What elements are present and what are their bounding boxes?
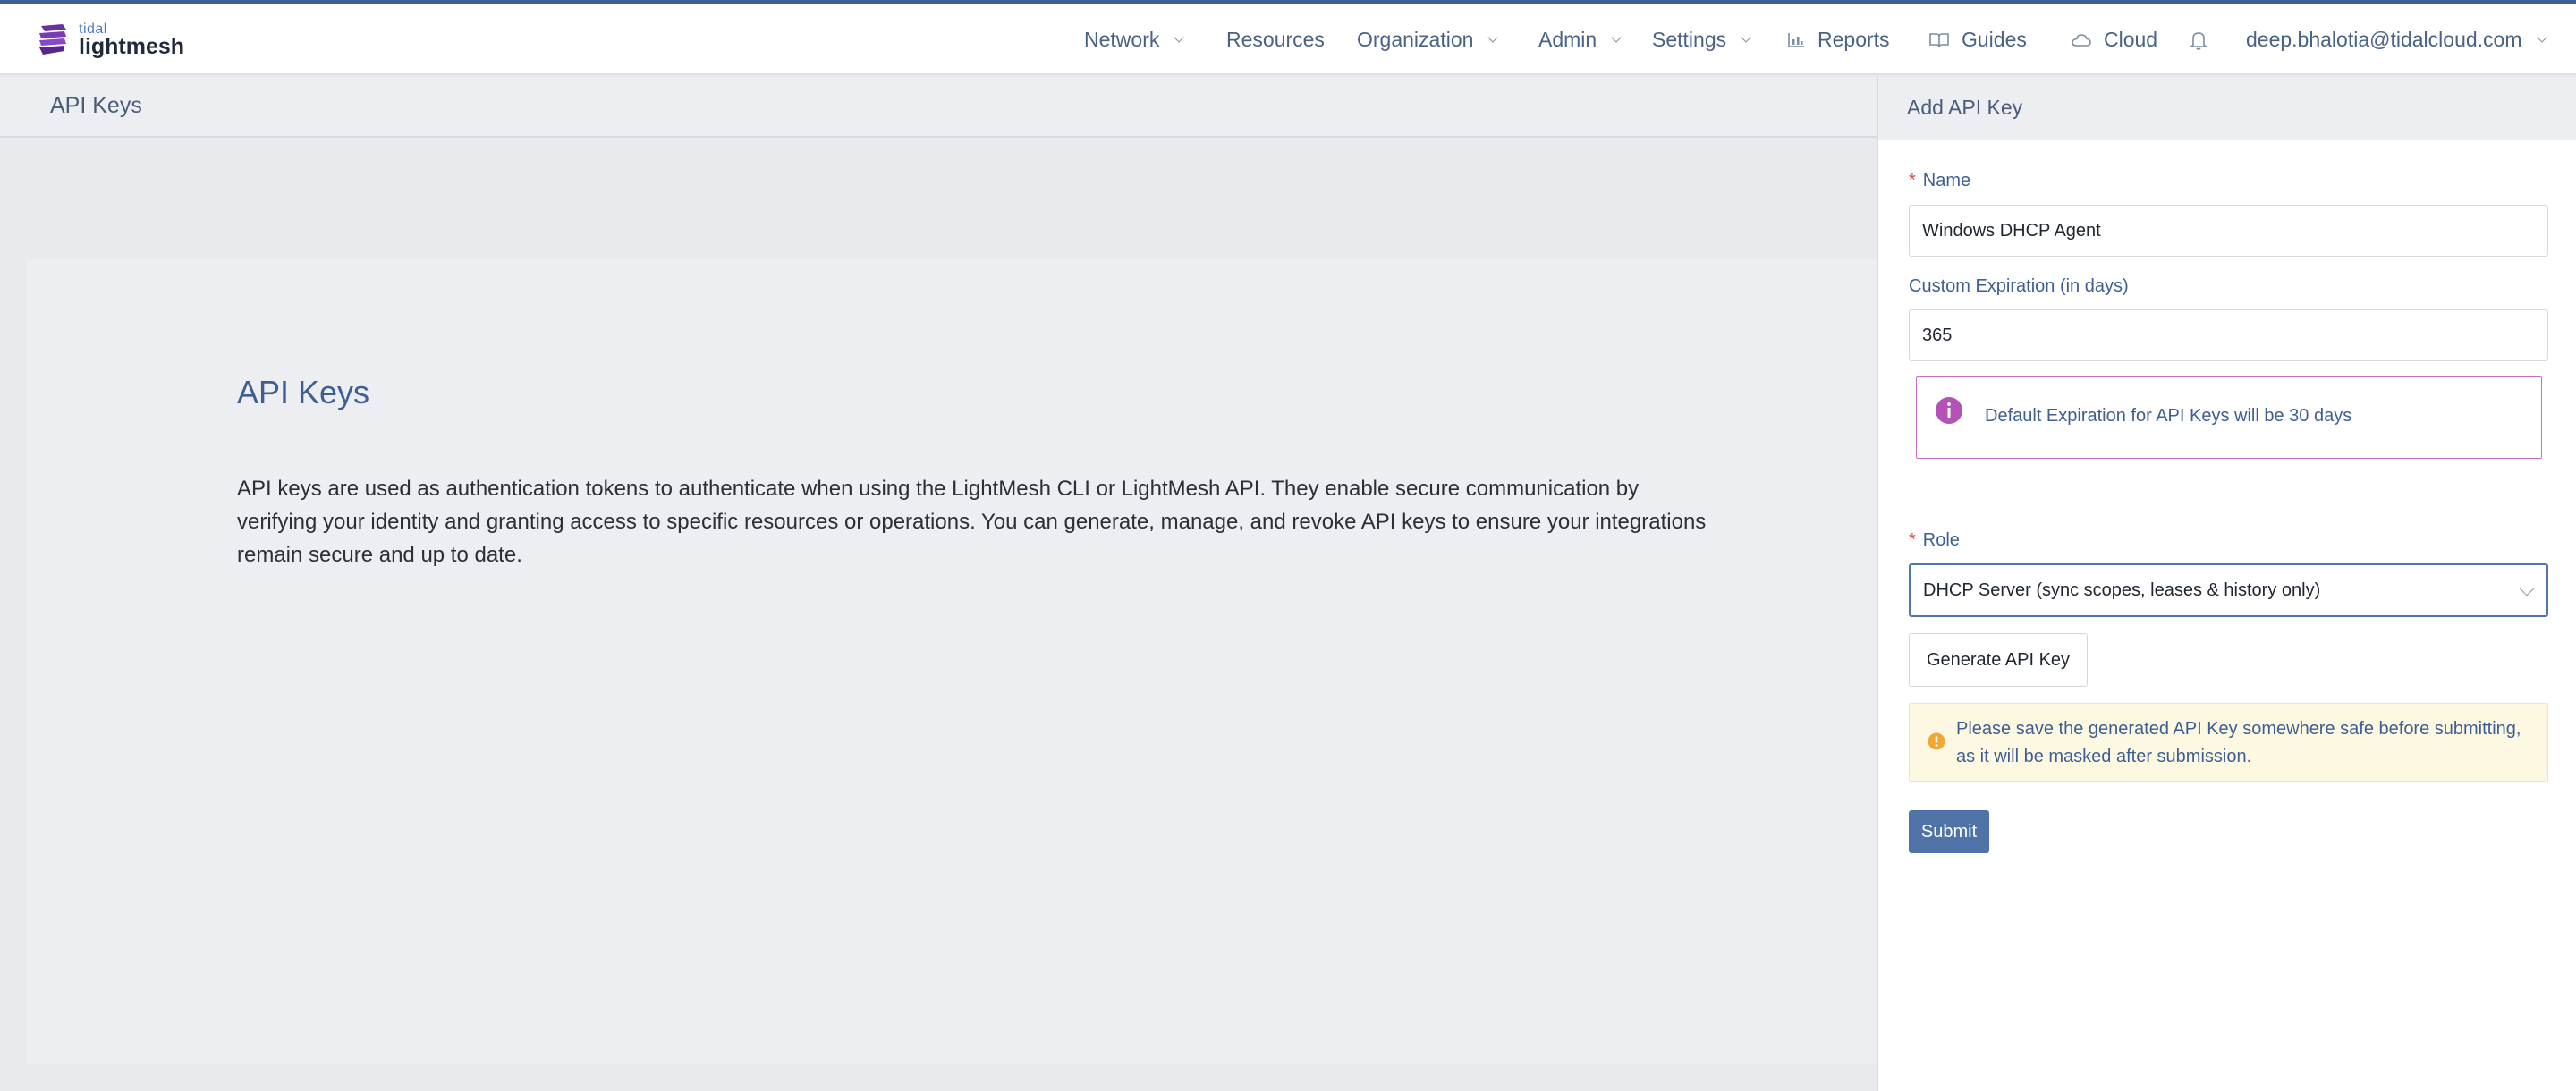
name-label-text: Name bbox=[1922, 171, 1971, 190]
role-label-text: Role bbox=[1922, 530, 1960, 550]
page-header: API Keys bbox=[0, 77, 1877, 138]
nav-organization-label: Organization bbox=[1357, 28, 1474, 51]
page-title: API Keys bbox=[50, 93, 142, 118]
api-keys-info-card: API Keys API keys are used as authentica… bbox=[27, 259, 1877, 1064]
nav-settings[interactable]: Settings bbox=[1652, 4, 1751, 75]
name-input[interactable] bbox=[1909, 205, 2548, 257]
nav-admin[interactable]: Admin bbox=[1538, 4, 1622, 75]
submit-button[interactable]: Submit bbox=[1909, 810, 1989, 853]
nav-settings-label: Settings bbox=[1652, 28, 1727, 51]
nav-admin-label: Admin bbox=[1538, 28, 1597, 51]
chevron-down-icon bbox=[1487, 31, 1499, 43]
user-menu[interactable]: deep.bhalotia@tidalcloud.com bbox=[2246, 4, 2547, 75]
role-selected-value: DHCP Server (sync scopes, leases & histo… bbox=[1923, 579, 2321, 600]
save-warning-box: Please save the generated API Key somewh… bbox=[1909, 703, 2548, 782]
nav-resources-label: Resources bbox=[1226, 28, 1325, 51]
role-select[interactable]: DHCP Server (sync scopes, leases & histo… bbox=[1909, 563, 2548, 617]
book-icon bbox=[1929, 32, 1949, 48]
nav-network[interactable]: Network bbox=[1084, 4, 1185, 75]
chevron-down-icon bbox=[1611, 31, 1622, 43]
notifications-button[interactable] bbox=[2190, 4, 2207, 75]
nav-network-label: Network bbox=[1084, 28, 1160, 51]
nav-cloud[interactable]: Cloud bbox=[2072, 4, 2157, 75]
bar-chart-icon bbox=[1787, 32, 1805, 48]
brand-logo[interactable]: tidal lightmesh bbox=[36, 19, 184, 62]
role-label: * Role bbox=[1909, 530, 1960, 551]
generate-api-key-button[interactable]: Generate API Key bbox=[1909, 633, 2088, 687]
card-title: API Keys bbox=[237, 374, 370, 410]
nav-guides[interactable]: Guides bbox=[1929, 4, 2027, 75]
info-icon bbox=[1936, 397, 1962, 424]
user-email: deep.bhalotia@tidalcloud.com bbox=[2246, 28, 2522, 51]
lightmesh-logo-icon bbox=[39, 24, 66, 55]
cloud-icon bbox=[2072, 33, 2091, 47]
nav-guides-label: Guides bbox=[1962, 28, 2027, 51]
add-api-key-panel: Add API Key * Name Custom Expiration (in … bbox=[1877, 77, 2576, 1091]
nav-cloud-label: Cloud bbox=[2104, 28, 2158, 51]
brand-name: lightmesh bbox=[79, 34, 185, 59]
panel-title: Add API Key bbox=[1907, 96, 2023, 119]
panel-header: Add API Key bbox=[1878, 77, 2576, 140]
nav-resources[interactable]: Resources bbox=[1226, 4, 1325, 75]
bell-icon bbox=[2190, 31, 2207, 50]
chevron-down-icon bbox=[2536, 31, 2547, 43]
expiration-info-box: Default Expiration for API Keys will be … bbox=[1916, 376, 2542, 459]
required-marker: * bbox=[1909, 530, 1916, 550]
warning-text: Please save the generated API Key somewh… bbox=[1956, 719, 2521, 766]
expiration-input[interactable] bbox=[1909, 309, 2548, 361]
warning-icon bbox=[1928, 732, 1945, 750]
chevron-down-icon bbox=[2519, 580, 2535, 596]
nav-reports[interactable]: Reports bbox=[1787, 4, 1890, 75]
nav-reports-label: Reports bbox=[1818, 28, 1890, 51]
chevron-down-icon bbox=[1741, 31, 1751, 43]
nav-organization[interactable]: Organization bbox=[1357, 4, 1499, 75]
top-navbar: tidal lightmesh Network Resources Organi… bbox=[0, 4, 2576, 75]
required-marker: * bbox=[1909, 171, 1916, 190]
expiration-label: Custom Expiration (in days) bbox=[1909, 276, 2129, 296]
card-description: API keys are used as authentication toke… bbox=[237, 477, 1707, 567]
info-text: Default Expiration for API Keys will be … bbox=[1985, 406, 2352, 426]
name-label: * Name bbox=[1909, 171, 1970, 191]
chevron-down-icon bbox=[1174, 31, 1185, 43]
